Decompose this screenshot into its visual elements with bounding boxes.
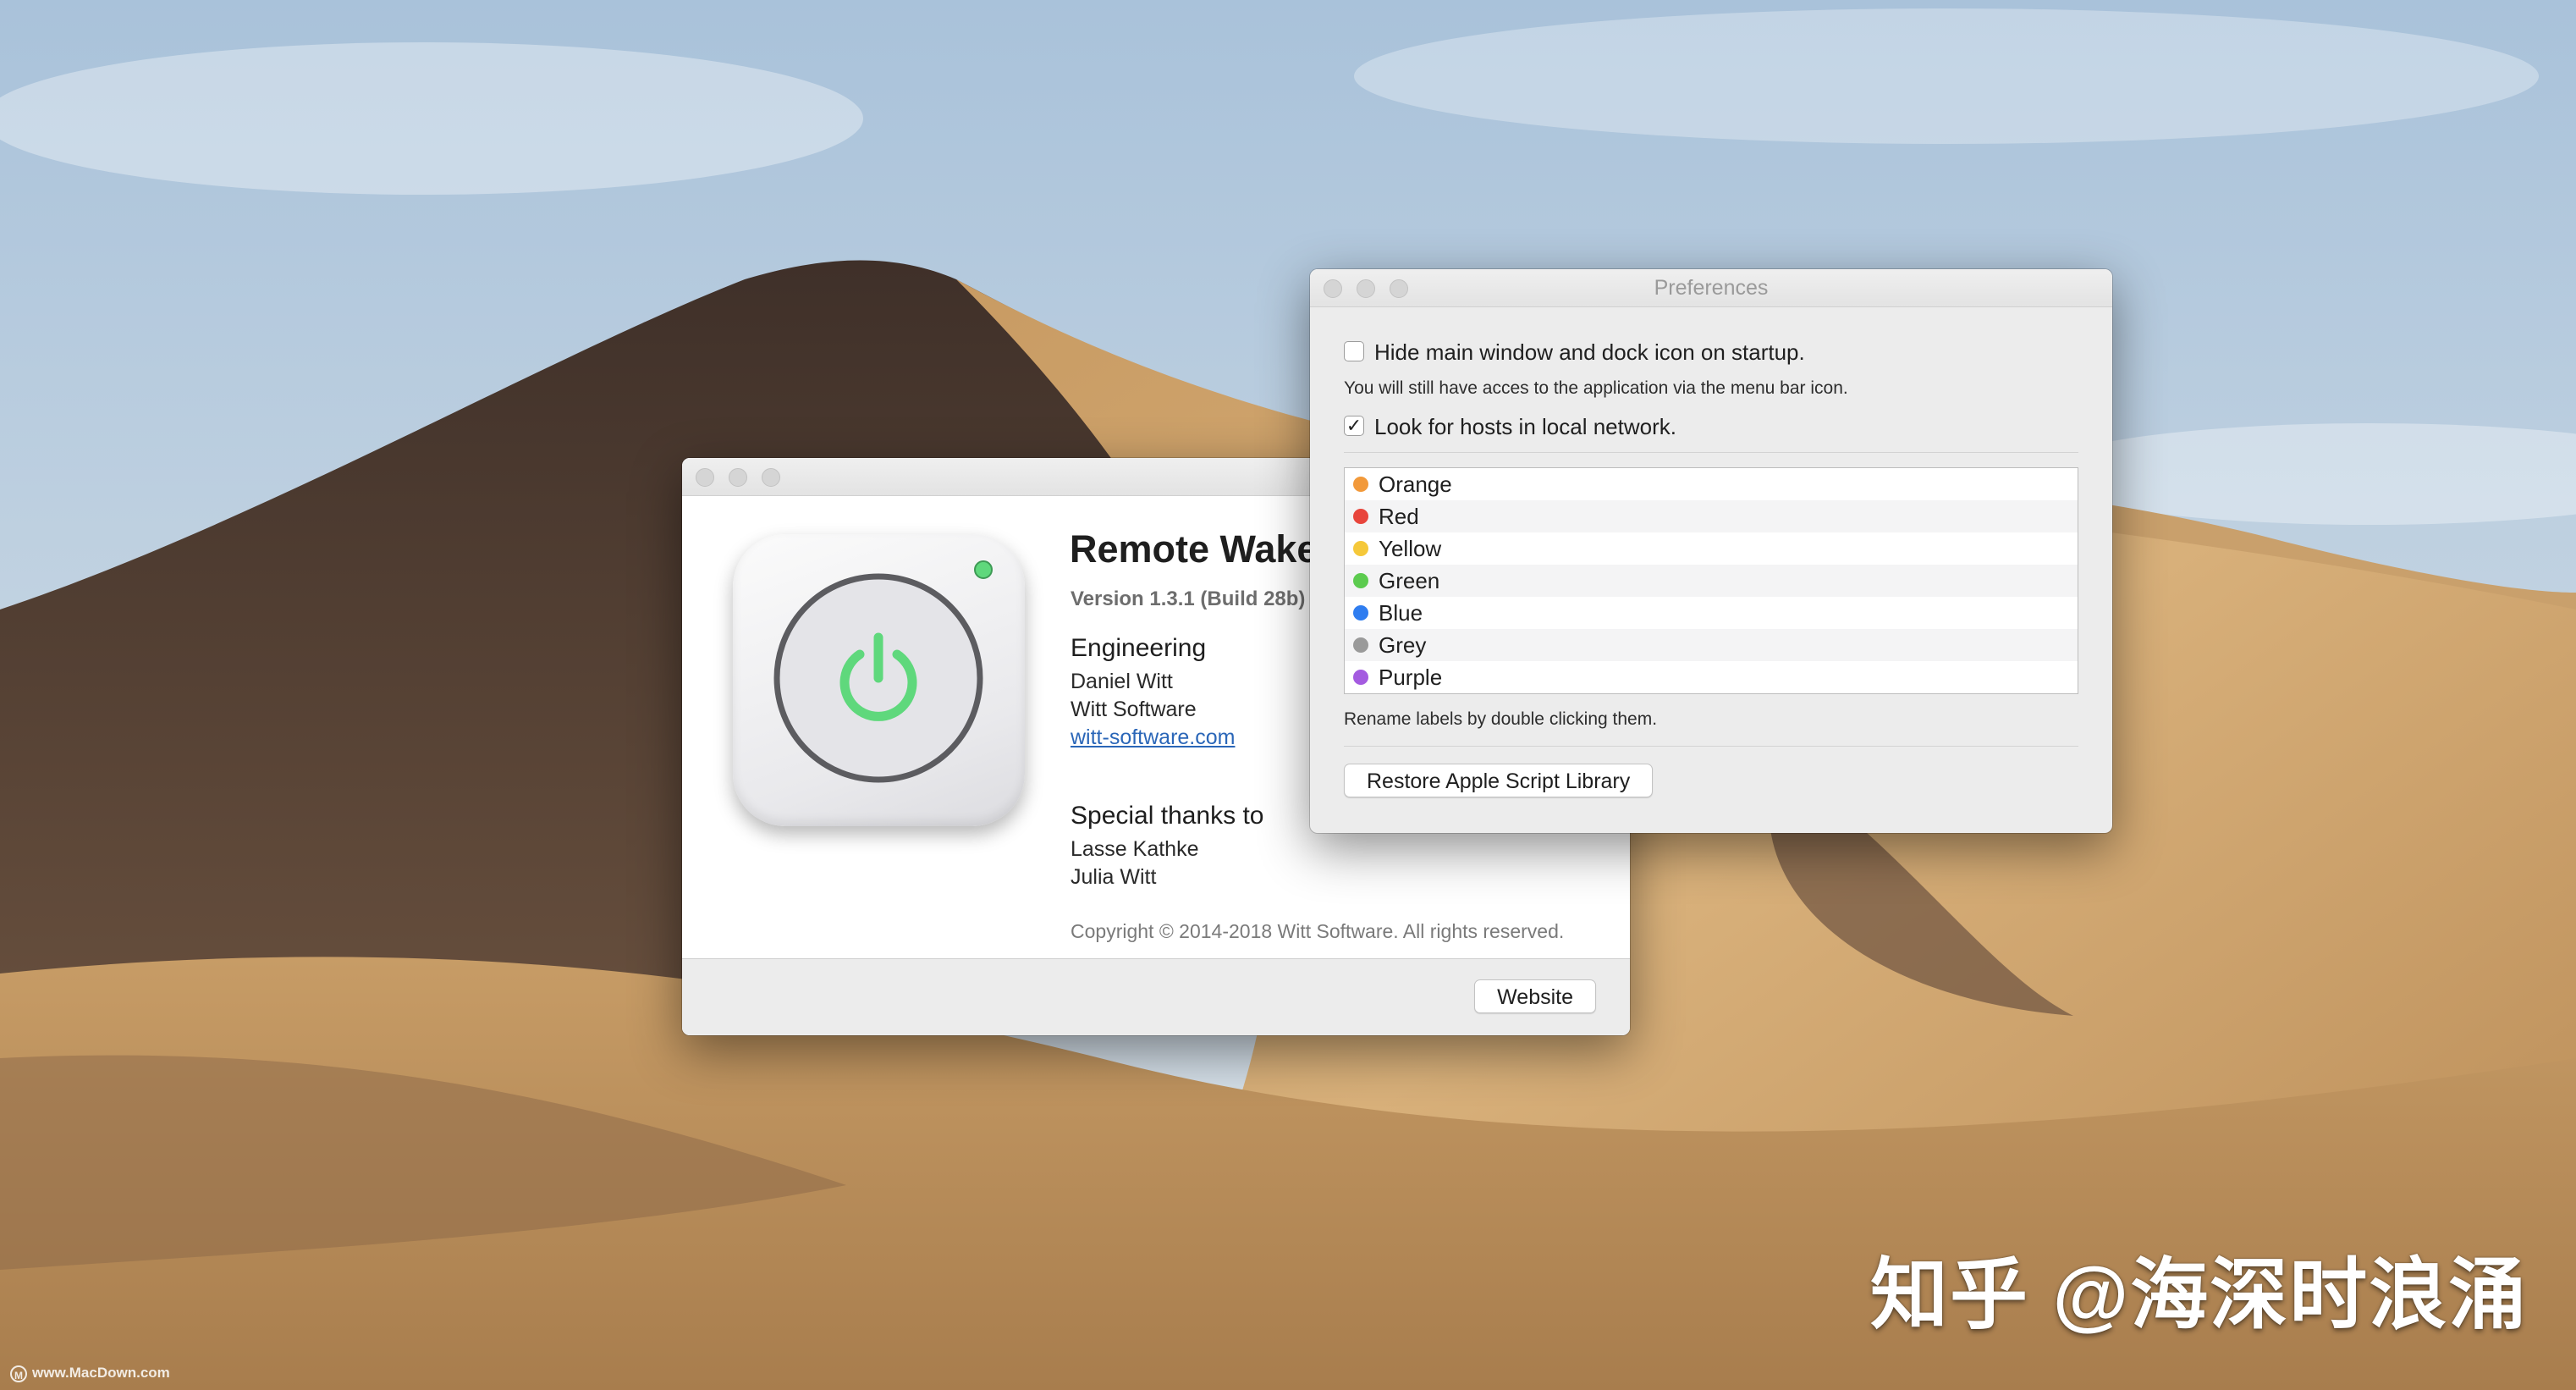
preferences-window: Preferences Hide main window and dock ic… [1310,269,2112,833]
copyright-text: Copyright © 2014-2018 Witt Software. All… [1071,920,1565,942]
separator [1344,746,2078,747]
label-name: Red [1379,504,1419,529]
app-icon [733,534,1025,826]
list-item[interactable]: Yellow [1345,532,2078,565]
label-name: Yellow [1379,536,1442,561]
purple-dot-icon [1353,670,1368,685]
list-item[interactable]: Purple [1345,661,2078,693]
list-item[interactable]: Green [1345,565,2078,597]
label-name: Green [1379,568,1440,593]
engineer-name: Daniel Witt [1071,670,1173,693]
preferences-titlebar[interactable]: Preferences [1310,269,2112,307]
website-button[interactable]: Website [1474,979,1596,1013]
list-item[interactable]: Grey [1345,629,2078,661]
separator [1344,452,2078,453]
power-icon [773,560,993,783]
hide-on-startup-note: You will still have acces to the applica… [1344,378,1848,398]
hide-on-startup-label[interactable]: Hide main window and dock icon on startu… [1374,339,1805,366]
zhihu-watermark: 知乎 @海深时浪涌 [1870,1252,2529,1338]
orange-dot-icon [1353,477,1368,492]
label-name: Purple [1379,665,1443,690]
macdown-logo-icon: M [10,1365,27,1382]
look-for-hosts-checkbox[interactable]: ✓ [1344,416,1364,436]
hide-on-startup-checkbox[interactable] [1344,341,1364,361]
label-list[interactable]: Orange Red Yellow Green Blue Grey Purple [1344,467,2078,694]
engineering-heading: Engineering [1071,634,1207,662]
label-name: Orange [1379,472,1452,497]
window-title: Preferences [1654,276,1769,300]
macdown-watermark: Mwww.MacDown.com [10,1365,170,1382]
website-link[interactable]: witt-software.com [1071,725,1235,750]
thanks-heading: Special thanks to [1071,802,1264,830]
company-name: Witt Software [1071,698,1197,721]
minimize-button[interactable] [729,468,747,487]
zoom-button[interactable] [762,468,780,487]
thanks-person: Lasse Kathke [1071,837,1199,861]
green-dot-icon [1353,573,1368,588]
rename-hint: Rename labels by double clicking them. [1344,709,1658,729]
blue-dot-icon [1353,605,1368,621]
label-name: Blue [1379,600,1423,626]
red-dot-icon [1353,509,1368,524]
app-name: Remote Wake [1070,527,1318,571]
grey-dot-icon [1353,637,1368,653]
yellow-dot-icon [1353,541,1368,556]
restore-apple-script-button[interactable]: Restore Apple Script Library [1344,764,1654,797]
list-item[interactable]: Blue [1345,597,2078,629]
about-footer: Website [682,958,1630,1035]
macdown-text: www.MacDown.com [32,1365,170,1381]
thanks-person: Julia Witt [1071,865,1157,889]
label-name: Grey [1379,632,1427,658]
list-item[interactable]: Orange [1345,468,2078,500]
list-item[interactable]: Red [1345,500,2078,532]
look-for-hosts-label[interactable]: Look for hosts in local network. [1374,414,1676,440]
close-button[interactable] [696,468,714,487]
version-label: Version 1.3.1 (Build 28b) [1071,587,1306,610]
